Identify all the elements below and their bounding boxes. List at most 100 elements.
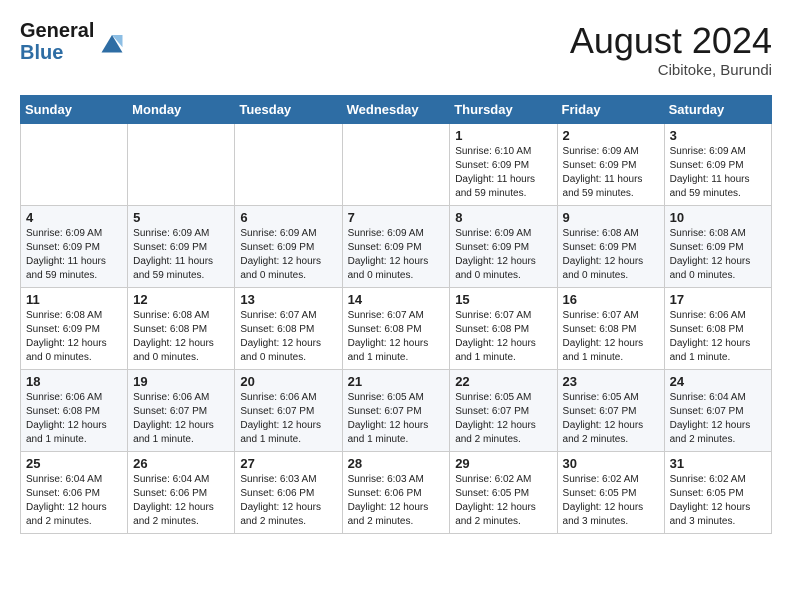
day-number: 9 (563, 210, 659, 225)
calendar-cell: 27 Sunrise: 6:03 AM Sunset: 6:06 PM Dayli… (235, 452, 342, 534)
day-number: 11 (26, 292, 122, 307)
week-row-1: 1 Sunrise: 6:10 AM Sunset: 6:09 PM Daylig… (21, 124, 772, 206)
day-number: 7 (348, 210, 445, 225)
weekday-header-saturday: Saturday (664, 96, 771, 124)
day-info: Sunrise: 6:06 AM Sunset: 6:08 PM Dayligh… (670, 309, 766, 365)
day-info: Sunrise: 6:09 AM Sunset: 6:09 PM Dayligh… (240, 227, 336, 283)
calendar-cell: 20 Sunrise: 6:06 AM Sunset: 6:07 PM Dayli… (235, 370, 342, 452)
logo: General Blue (20, 20, 126, 64)
day-number: 1 (455, 128, 551, 143)
day-info: Sunrise: 6:06 AM Sunset: 6:07 PM Dayligh… (133, 391, 229, 447)
logo-blue: Blue (20, 42, 94, 64)
day-number: 12 (133, 292, 229, 307)
weekday-header-wednesday: Wednesday (342, 96, 450, 124)
calendar-cell: 30Sunrise: 6:02 AM Sunset: 6:05 PM Dayli… (557, 452, 664, 534)
day-number: 15 (455, 292, 551, 307)
day-number: 24 (670, 374, 766, 389)
calendar-cell: 25 Sunrise: 6:04 AM Sunset: 6:06 PM Dayli… (21, 452, 128, 534)
day-info: Sunrise: 6:07 AM Sunset: 6:08 PM Dayligh… (240, 309, 336, 365)
location: Cibitoke, Burundi (570, 62, 772, 79)
calendar-cell: 8Sunrise: 6:09 AM Sunset: 6:09 PM Daylig… (450, 206, 557, 288)
day-info: Sunrise: 6:09 AM Sunset: 6:09 PM Dayligh… (348, 227, 445, 283)
day-info: Sunrise: 6:09 AM Sunset: 6:09 PM Dayligh… (563, 145, 659, 201)
calendar-table: SundayMondayTuesdayWednesdayThursdayFrid… (20, 95, 772, 534)
day-info: Sunrise: 6:02 AM Sunset: 6:05 PM Dayligh… (455, 473, 551, 529)
day-number: 6 (240, 210, 336, 225)
day-info: Sunrise: 6:06 AM Sunset: 6:07 PM Dayligh… (240, 391, 336, 447)
calendar-cell (128, 124, 235, 206)
day-number: 18 (26, 374, 122, 389)
calendar-cell: 15 Sunrise: 6:07 AM Sunset: 6:08 PM Dayli… (450, 288, 557, 370)
day-info: Sunrise: 6:07 AM Sunset: 6:08 PM Dayligh… (348, 309, 445, 365)
day-number: 21 (348, 374, 445, 389)
calendar-cell: 28 Sunrise: 6:03 AM Sunset: 6:06 PM Dayli… (342, 452, 450, 534)
calendar-cell: 22 Sunrise: 6:05 AM Sunset: 6:07 PM Dayli… (450, 370, 557, 452)
logo-icon (98, 28, 126, 56)
day-info: Sunrise: 6:03 AM Sunset: 6:06 PM Dayligh… (240, 473, 336, 529)
day-number: 25 (26, 456, 122, 471)
day-number: 10 (670, 210, 766, 225)
day-number: 5 (133, 210, 229, 225)
calendar-cell: 6 Sunrise: 6:09 AM Sunset: 6:09 PM Daylig… (235, 206, 342, 288)
calendar-cell: 18 Sunrise: 6:06 AM Sunset: 6:08 PM Dayli… (21, 370, 128, 452)
day-info: Sunrise: 6:08 AM Sunset: 6:08 PM Dayligh… (133, 309, 229, 365)
calendar-cell: 7 Sunrise: 6:09 AM Sunset: 6:09 PM Daylig… (342, 206, 450, 288)
calendar-cell: 26Sunrise: 6:04 AM Sunset: 6:06 PM Dayli… (128, 452, 235, 534)
day-info: Sunrise: 6:05 AM Sunset: 6:07 PM Dayligh… (455, 391, 551, 447)
day-number: 29 (455, 456, 551, 471)
calendar-cell: 13 Sunrise: 6:07 AM Sunset: 6:08 PM Dayli… (235, 288, 342, 370)
calendar-cell: 5 Sunrise: 6:09 AM Sunset: 6:09 PM Daylig… (128, 206, 235, 288)
day-number: 23 (563, 374, 659, 389)
calendar-cell: 3Sunrise: 6:09 AM Sunset: 6:09 PM Daylig… (664, 124, 771, 206)
day-info: Sunrise: 6:09 AM Sunset: 6:09 PM Dayligh… (133, 227, 229, 283)
weekday-header-monday: Monday (128, 96, 235, 124)
week-row-5: 25 Sunrise: 6:04 AM Sunset: 6:06 PM Dayli… (21, 452, 772, 534)
day-number: 20 (240, 374, 336, 389)
day-number: 17 (670, 292, 766, 307)
day-number: 2 (563, 128, 659, 143)
day-info: Sunrise: 6:10 AM Sunset: 6:09 PM Dayligh… (455, 145, 551, 201)
day-info: Sunrise: 6:09 AM Sunset: 6:09 PM Dayligh… (26, 227, 122, 283)
calendar-cell: 21Sunrise: 6:05 AM Sunset: 6:07 PM Dayli… (342, 370, 450, 452)
week-row-3: 11Sunrise: 6:08 AM Sunset: 6:09 PM Dayli… (21, 288, 772, 370)
calendar-cell: 4 Sunrise: 6:09 AM Sunset: 6:09 PM Daylig… (21, 206, 128, 288)
calendar-cell: 2 Sunrise: 6:09 AM Sunset: 6:09 PM Daylig… (557, 124, 664, 206)
day-info: Sunrise: 6:04 AM Sunset: 6:06 PM Dayligh… (26, 473, 122, 529)
day-number: 27 (240, 456, 336, 471)
day-number: 22 (455, 374, 551, 389)
calendar-cell: 19 Sunrise: 6:06 AM Sunset: 6:07 PM Dayli… (128, 370, 235, 452)
day-info: Sunrise: 6:03 AM Sunset: 6:06 PM Dayligh… (348, 473, 445, 529)
day-info: Sunrise: 6:05 AM Sunset: 6:07 PM Dayligh… (563, 391, 659, 447)
day-number: 16 (563, 292, 659, 307)
calendar-cell: 11Sunrise: 6:08 AM Sunset: 6:09 PM Dayli… (21, 288, 128, 370)
weekday-header-thursday: Thursday (450, 96, 557, 124)
day-number: 30 (563, 456, 659, 471)
calendar-cell: 10 Sunrise: 6:08 AM Sunset: 6:09 PM Dayli… (664, 206, 771, 288)
day-info: Sunrise: 6:04 AM Sunset: 6:07 PM Dayligh… (670, 391, 766, 447)
day-number: 4 (26, 210, 122, 225)
calendar-cell: 16 Sunrise: 6:07 AM Sunset: 6:08 PM Dayli… (557, 288, 664, 370)
day-number: 14 (348, 292, 445, 307)
calendar-cell: 23 Sunrise: 6:05 AM Sunset: 6:07 PM Dayli… (557, 370, 664, 452)
logo-general: General (20, 20, 94, 42)
day-info: Sunrise: 6:07 AM Sunset: 6:08 PM Dayligh… (455, 309, 551, 365)
day-info: Sunrise: 6:06 AM Sunset: 6:08 PM Dayligh… (26, 391, 122, 447)
calendar-cell (21, 124, 128, 206)
week-row-2: 4 Sunrise: 6:09 AM Sunset: 6:09 PM Daylig… (21, 206, 772, 288)
calendar-cell: 17 Sunrise: 6:06 AM Sunset: 6:08 PM Dayli… (664, 288, 771, 370)
calendar-cell: 29 Sunrise: 6:02 AM Sunset: 6:05 PM Dayli… (450, 452, 557, 534)
day-number: 13 (240, 292, 336, 307)
day-number: 8 (455, 210, 551, 225)
day-number: 31 (670, 456, 766, 471)
calendar-cell (235, 124, 342, 206)
calendar-cell: 24 Sunrise: 6:04 AM Sunset: 6:07 PM Dayli… (664, 370, 771, 452)
day-number: 28 (348, 456, 445, 471)
day-info: Sunrise: 6:08 AM Sunset: 6:09 PM Dayligh… (670, 227, 766, 283)
day-info: Sunrise: 6:07 AM Sunset: 6:08 PM Dayligh… (563, 309, 659, 365)
day-number: 19 (133, 374, 229, 389)
week-row-4: 18 Sunrise: 6:06 AM Sunset: 6:08 PM Dayli… (21, 370, 772, 452)
weekday-header-tuesday: Tuesday (235, 96, 342, 124)
calendar-cell: 9Sunrise: 6:08 AM Sunset: 6:09 PM Daylig… (557, 206, 664, 288)
page-header: General Blue August 2024 Cibitoke, Burun… (20, 20, 772, 79)
calendar-cell: 14 Sunrise: 6:07 AM Sunset: 6:08 PM Dayli… (342, 288, 450, 370)
